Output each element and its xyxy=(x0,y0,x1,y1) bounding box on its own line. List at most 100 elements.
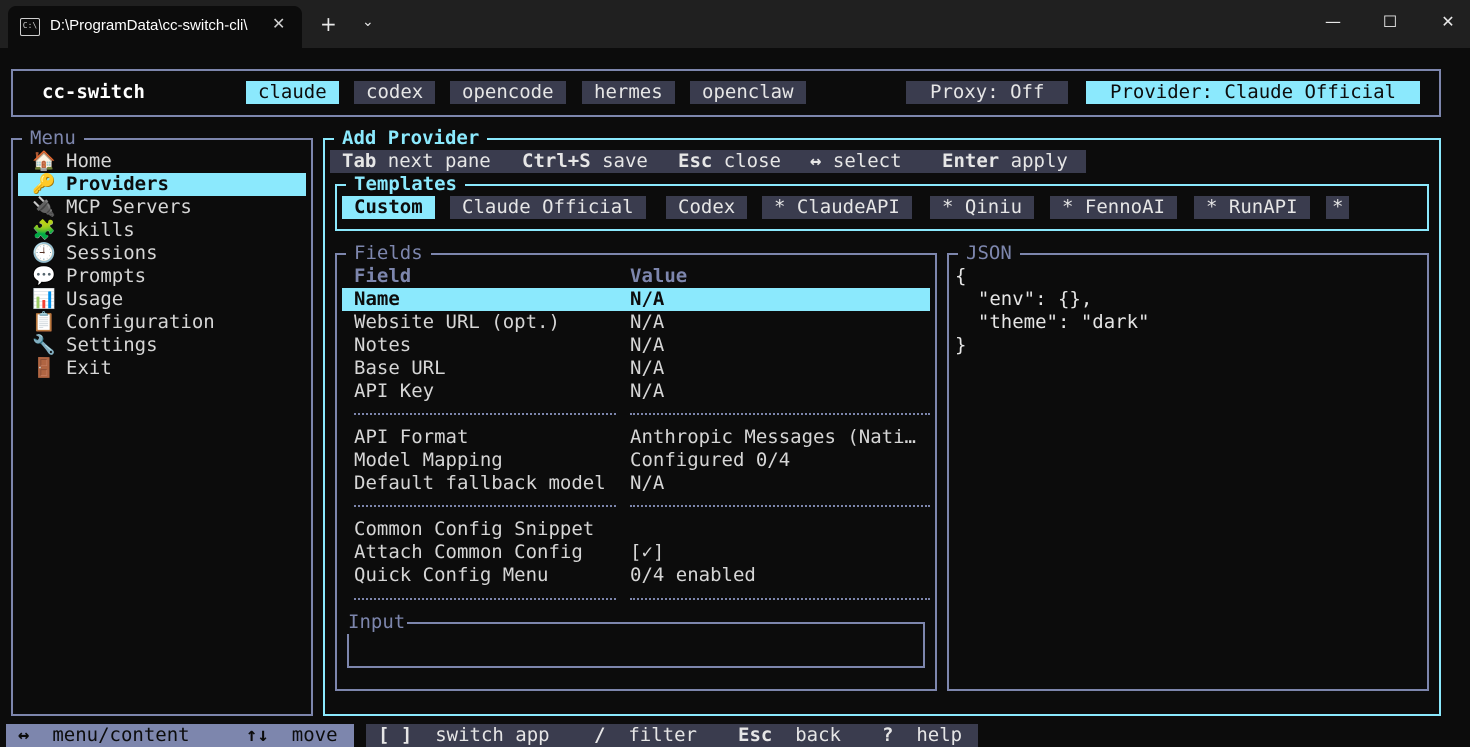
key-icon: 🔑 xyxy=(32,173,56,195)
template-claudeapi[interactable]: * ClaudeAPI xyxy=(762,196,912,219)
minimize-button[interactable]: — xyxy=(1310,10,1356,34)
menu-item-label: Usage xyxy=(66,288,124,310)
attach-common-config-checkbox[interactable]: [✓] xyxy=(630,541,664,564)
template-fennoai[interactable]: * FennoAI xyxy=(1050,196,1177,219)
template-custom[interactable]: Custom xyxy=(342,196,435,219)
field-row-base-url[interactable]: Base URL N/A xyxy=(342,357,930,380)
field-label: Quick Config Menu xyxy=(354,564,549,586)
menu-item-label: Providers xyxy=(66,173,169,195)
field-value: N/A xyxy=(630,380,665,402)
section-divider xyxy=(354,598,616,600)
menu-item-sessions[interactable]: 🕘 Sessions xyxy=(18,242,306,265)
menu-item-mcp-servers[interactable]: 🔌 MCP Servers xyxy=(18,196,306,219)
section-divider xyxy=(630,505,930,507)
hint-apply: Enter apply xyxy=(942,150,1068,172)
chevron-down-icon[interactable]: ⌄ xyxy=(362,14,374,30)
field-label: Attach Common Config xyxy=(354,541,583,563)
template-qiniu[interactable]: * Qiniu xyxy=(930,196,1035,219)
status-hint-back: Esc back xyxy=(738,724,841,746)
add-provider-title: Add Provider xyxy=(334,127,488,150)
puzzle-icon: 🧩 xyxy=(32,219,56,241)
door-icon: 🚪 xyxy=(32,357,56,379)
field-row-website-url[interactable]: Website URL (opt.) N/A xyxy=(342,311,930,334)
field-label: Notes xyxy=(354,334,412,356)
menu-item-label: Prompts xyxy=(66,265,147,287)
new-tab-button[interactable]: + xyxy=(320,12,337,36)
field-label: Name xyxy=(354,288,400,310)
field-value: Anthropic Messages (Nati… xyxy=(630,426,916,448)
plug-icon: 🔌 xyxy=(32,196,56,218)
field-value: 0/4 enabled xyxy=(630,564,756,586)
wrench-icon: 🔧 xyxy=(32,334,56,356)
app-name: cc-switch xyxy=(42,81,145,103)
template-codex[interactable]: Codex xyxy=(666,196,748,219)
field-value: N/A xyxy=(630,472,665,494)
field-row-api-format[interactable]: API Format Anthropic Messages (Nati… xyxy=(342,426,930,449)
hint-save: Ctrl+S save xyxy=(522,150,648,172)
section-divider xyxy=(354,413,616,415)
menu-item-usage[interactable]: 📊 Usage xyxy=(18,288,306,311)
template-claude-official[interactable]: Claude Official xyxy=(450,196,646,219)
status-bar: ↔ menu/content ↑↓ move [ ] switch app / … xyxy=(0,724,1470,747)
status-hint-menu-content: ↔ menu/content xyxy=(18,724,190,746)
field-value: N/A xyxy=(630,288,665,310)
field-value: N/A xyxy=(630,311,665,333)
status-hint-switch-app: [ ] switch app xyxy=(378,724,550,746)
field-value: N/A xyxy=(630,357,665,379)
close-window-button[interactable]: ✕ xyxy=(1425,10,1470,34)
menu-item-exit[interactable]: 🚪 Exit xyxy=(18,357,306,380)
clock-icon: 🕘 xyxy=(32,242,56,264)
section-divider xyxy=(630,598,930,600)
menu-item-label: Exit xyxy=(66,357,112,379)
json-title: JSON xyxy=(958,242,1020,265)
field-label: API Key xyxy=(354,380,435,402)
menu-item-label: Configuration xyxy=(66,311,215,333)
menu-item-home[interactable]: 🏠 Home xyxy=(18,150,306,173)
input-title: Input xyxy=(346,611,408,634)
terminal-tab[interactable]: C:\ D:\ProgramData\cc-switch-cli\ ✕ xyxy=(8,6,302,48)
column-header-value: Value xyxy=(630,265,688,287)
json-line: } xyxy=(955,334,967,356)
menu-item-label: MCP Servers xyxy=(66,196,192,218)
tab-title: D:\ProgramData\cc-switch-cli\ xyxy=(50,17,248,34)
app-tab-hermes[interactable]: hermes xyxy=(582,81,675,104)
app-tab-opencode[interactable]: opencode xyxy=(450,81,566,104)
menu-item-configuration[interactable]: 📋 Configuration xyxy=(18,311,306,334)
field-row-notes[interactable]: Notes N/A xyxy=(342,334,930,357)
field-row-default-fallback-model[interactable]: Default fallback model N/A xyxy=(342,472,930,495)
menu-item-label: Home xyxy=(66,150,112,172)
hint-select: ↔ select xyxy=(810,150,902,172)
field-label: API Format xyxy=(354,426,469,448)
app-tab-codex[interactable]: codex xyxy=(354,81,436,104)
menu-title: Menu xyxy=(22,127,84,150)
field-label: Base URL xyxy=(354,357,446,379)
field-row-quick-config-menu[interactable]: Quick Config Menu 0/4 enabled xyxy=(342,564,930,587)
json-line: "theme": "dark" xyxy=(955,311,1150,333)
menu-item-label: Sessions xyxy=(66,242,158,264)
tab-close-icon[interactable]: ✕ xyxy=(272,14,285,33)
field-row-model-mapping[interactable]: Model Mapping Configured 0/4 xyxy=(342,449,930,472)
maximize-button[interactable]: ☐ xyxy=(1367,10,1413,34)
template-more[interactable]: * xyxy=(1326,196,1350,219)
menu-item-prompts[interactable]: 💬 Prompts xyxy=(18,265,306,288)
input-field[interactable] xyxy=(347,622,925,668)
field-row-api-key[interactable]: API Key N/A xyxy=(342,380,930,403)
section-divider xyxy=(354,505,616,507)
speech-bubble-icon: 💬 xyxy=(32,265,56,287)
template-runapi[interactable]: * RunAPI xyxy=(1194,196,1310,219)
field-row-attach-common-config[interactable]: Attach Common Config [✓] xyxy=(342,541,930,564)
bar-chart-icon: 📊 xyxy=(32,288,56,310)
clipboard-icon: 📋 xyxy=(32,311,56,333)
menu-item-settings[interactable]: 🔧 Settings xyxy=(18,334,306,357)
app-tab-claude[interactable]: claude xyxy=(246,81,339,104)
hint-tab: Tab next pane xyxy=(342,150,491,172)
app-tab-openclaw[interactable]: openclaw xyxy=(690,81,806,104)
field-row-common-config-snippet[interactable]: Common Config Snippet xyxy=(342,518,930,541)
home-icon: 🏠 xyxy=(32,150,56,172)
field-row-name[interactable]: Name N/A xyxy=(342,288,930,311)
fields-title: Fields xyxy=(346,242,431,265)
menu-item-providers[interactable]: 🔑 Providers xyxy=(18,173,306,196)
field-label: Common Config Snippet xyxy=(354,518,595,540)
field-value: Configured 0/4 xyxy=(630,449,791,471)
menu-item-skills[interactable]: 🧩 Skills xyxy=(18,219,306,242)
